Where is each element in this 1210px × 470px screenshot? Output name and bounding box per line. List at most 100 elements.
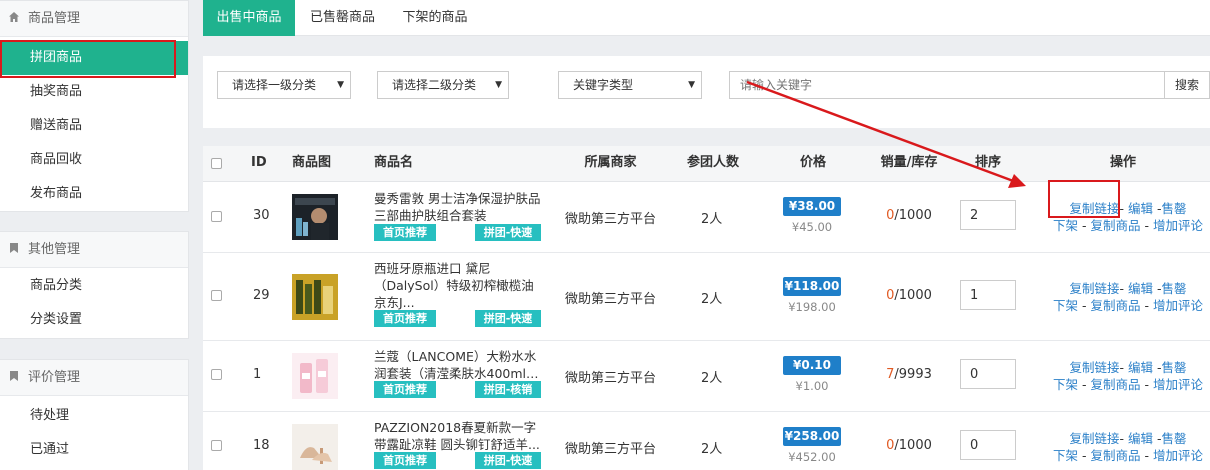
sidebar-group-header[interactable]: 商品管理 xyxy=(0,1,188,37)
copy-link-link[interactable]: 复制链接 xyxy=(1069,281,1119,296)
keyword-type-select-value: 关键字类型 xyxy=(573,78,634,92)
row-id: 18 xyxy=(253,438,270,453)
offshelf-link[interactable]: 下架 xyxy=(1053,448,1078,463)
row-actions: 复制链接- 编辑 -售罄 下架 - 复制商品 - 增加评论 xyxy=(1053,281,1203,313)
price-badge: ¥118.00 xyxy=(783,277,841,296)
sort-input[interactable] xyxy=(960,359,1016,389)
tab-on-sale[interactable]: 出售中商品 xyxy=(203,0,295,36)
sort-input[interactable] xyxy=(960,430,1016,460)
select-all-checkbox[interactable] xyxy=(211,158,222,169)
row-participants: 2人 xyxy=(701,442,723,457)
bookmark-icon xyxy=(10,243,18,253)
original-price: ¥198.00 xyxy=(788,300,836,314)
search-button[interactable]: 搜索 xyxy=(1164,71,1210,99)
add-comment-link[interactable]: 增加评论 xyxy=(1153,377,1203,392)
tag-home-recommend: 首页推荐 xyxy=(374,310,436,327)
sellout-link[interactable]: 售罄 xyxy=(1161,281,1186,296)
bookmark-icon xyxy=(10,371,18,381)
keyword-type-select[interactable]: 关键字类型 ▼ xyxy=(558,71,702,99)
table-row: 18 PAZZION2018春夏新款一字 带露趾凉鞋 圆头铆钉舒适羊... 首页… xyxy=(203,412,1210,470)
col-header-merchant: 所属商家 xyxy=(584,155,637,170)
category1-select-value: 请选择一级分类 xyxy=(232,78,317,92)
product-name-line: 西班牙原瓶进口 黛尼 xyxy=(374,261,491,276)
tag-home-recommend: 首页推荐 xyxy=(374,381,436,398)
category2-select[interactable]: 请选择二级分类 ▼ xyxy=(377,71,509,99)
col-header-id: ID xyxy=(251,155,267,170)
offshelf-link[interactable]: 下架 xyxy=(1053,218,1078,233)
tab-off-shelf[interactable]: 下架的商品 xyxy=(390,0,480,36)
row-sales-stock: 7/9993 xyxy=(879,367,939,382)
add-comment-link[interactable]: 增加评论 xyxy=(1153,298,1203,313)
row-merchant: 微助第三方平台 xyxy=(565,292,657,307)
product-thumbnail[interactable] xyxy=(292,353,338,399)
copy-goods-link[interactable]: 复制商品 xyxy=(1090,218,1140,233)
copy-link-link[interactable]: 复制链接 xyxy=(1069,360,1119,375)
copy-goods-link[interactable]: 复制商品 xyxy=(1090,448,1140,463)
copy-link-link[interactable]: 复制链接 xyxy=(1069,431,1119,446)
sidebar-group-goods: 商品管理 拼团商品 抽奖商品 赠送商品 商品回收 发布商品 xyxy=(0,0,189,212)
original-price: ¥1.00 xyxy=(795,379,829,393)
category1-select[interactable]: 请选择一级分类 ▼ xyxy=(217,71,351,99)
offshelf-link[interactable]: 下架 xyxy=(1053,298,1078,313)
product-thumbnail[interactable] xyxy=(292,424,338,470)
row-merchant: 微助第三方平台 xyxy=(565,212,657,227)
price-badge: ¥258.00 xyxy=(783,427,841,446)
edit-link[interactable]: 编辑 xyxy=(1128,201,1153,216)
row-id: 29 xyxy=(253,288,270,303)
sidebar-group-title: 评价管理 xyxy=(28,370,81,385)
sidebar-group-header[interactable]: 评价管理 xyxy=(0,360,188,396)
sidebar-group-header[interactable]: 其他管理 xyxy=(0,232,188,268)
add-comment-link[interactable]: 增加评论 xyxy=(1153,448,1203,463)
row-checkbox[interactable] xyxy=(211,440,222,451)
sidebar-item-group-goods[interactable]: 拼团商品 xyxy=(0,41,188,75)
home-icon xyxy=(9,12,19,22)
tag-group-type: 拼团-快速 xyxy=(475,310,541,327)
sidebar-group-other: 其他管理 商品分类 分类设置 xyxy=(0,231,189,339)
col-header-sort: 排序 xyxy=(974,155,1001,170)
row-participants: 2人 xyxy=(701,371,723,386)
sort-input[interactable] xyxy=(960,200,1016,230)
product-name-line: 京东J... xyxy=(374,295,415,310)
sellout-link[interactable]: 售罄 xyxy=(1161,360,1186,375)
col-header-actions: 操作 xyxy=(1109,155,1136,170)
sellout-link[interactable]: 售罄 xyxy=(1161,201,1186,216)
sidebar-group-review: 评价管理 待处理 已通过 xyxy=(0,359,189,470)
keyword-input[interactable] xyxy=(729,71,1165,99)
row-checkbox[interactable] xyxy=(211,369,222,380)
sort-input[interactable] xyxy=(960,280,1016,310)
copy-goods-link[interactable]: 复制商品 xyxy=(1090,298,1140,313)
offshelf-link[interactable]: 下架 xyxy=(1053,377,1078,392)
sidebar-item-recycle-goods[interactable]: 商品回收 xyxy=(0,143,188,177)
sidebar-item-approved[interactable]: 已通过 xyxy=(0,433,188,467)
product-thumbnail[interactable] xyxy=(292,274,338,320)
row-sales-stock: 0/1000 xyxy=(879,208,939,223)
sidebar-item-gift-goods[interactable]: 赠送商品 xyxy=(0,109,188,143)
row-checkbox[interactable] xyxy=(211,211,222,222)
edit-link[interactable]: 编辑 xyxy=(1128,360,1153,375)
sidebar-item-publish-goods[interactable]: 发布商品 xyxy=(0,177,188,211)
stock-count: /1000 xyxy=(894,208,932,223)
sellout-link[interactable]: 售罄 xyxy=(1161,431,1186,446)
tab-sold-out[interactable]: 已售罄商品 xyxy=(295,0,390,36)
price-badge: ¥0.10 xyxy=(783,356,841,375)
table-header: ID 商品图 商品名 所属商家 参团人数 价格 销量/库存 排序 操作 xyxy=(203,146,1210,182)
sidebar-item-category[interactable]: 商品分类 xyxy=(0,269,188,303)
row-actions: 复制链接- 编辑 -售罄 下架 - 复制商品 - 增加评论 xyxy=(1053,201,1203,233)
dropdown-arrow-icon: ▼ xyxy=(495,80,502,90)
product-thumbnail[interactable] xyxy=(292,194,338,240)
sidebar-item-category-settings[interactable]: 分类设置 xyxy=(0,303,188,337)
add-comment-link[interactable]: 增加评论 xyxy=(1153,218,1203,233)
price-badge: ¥38.00 xyxy=(783,197,841,216)
copy-link-link[interactable]: 复制链接 xyxy=(1069,201,1119,216)
edit-link[interactable]: 编辑 xyxy=(1128,281,1153,296)
dropdown-arrow-icon: ▼ xyxy=(688,80,695,90)
col-header-participants: 参团人数 xyxy=(686,155,739,170)
product-name-line: 三部曲护肤组合套装 xyxy=(374,208,487,223)
copy-goods-link[interactable]: 复制商品 xyxy=(1090,377,1140,392)
row-checkbox[interactable] xyxy=(211,290,222,301)
stock-count: /1000 xyxy=(894,438,932,453)
goods-table: ID 商品图 商品名 所属商家 参团人数 价格 销量/库存 排序 操作 30 曼… xyxy=(203,146,1210,470)
sidebar-item-pending[interactable]: 待处理 xyxy=(0,399,188,433)
sidebar-item-lottery-goods[interactable]: 抽奖商品 xyxy=(0,75,188,109)
edit-link[interactable]: 编辑 xyxy=(1128,431,1153,446)
